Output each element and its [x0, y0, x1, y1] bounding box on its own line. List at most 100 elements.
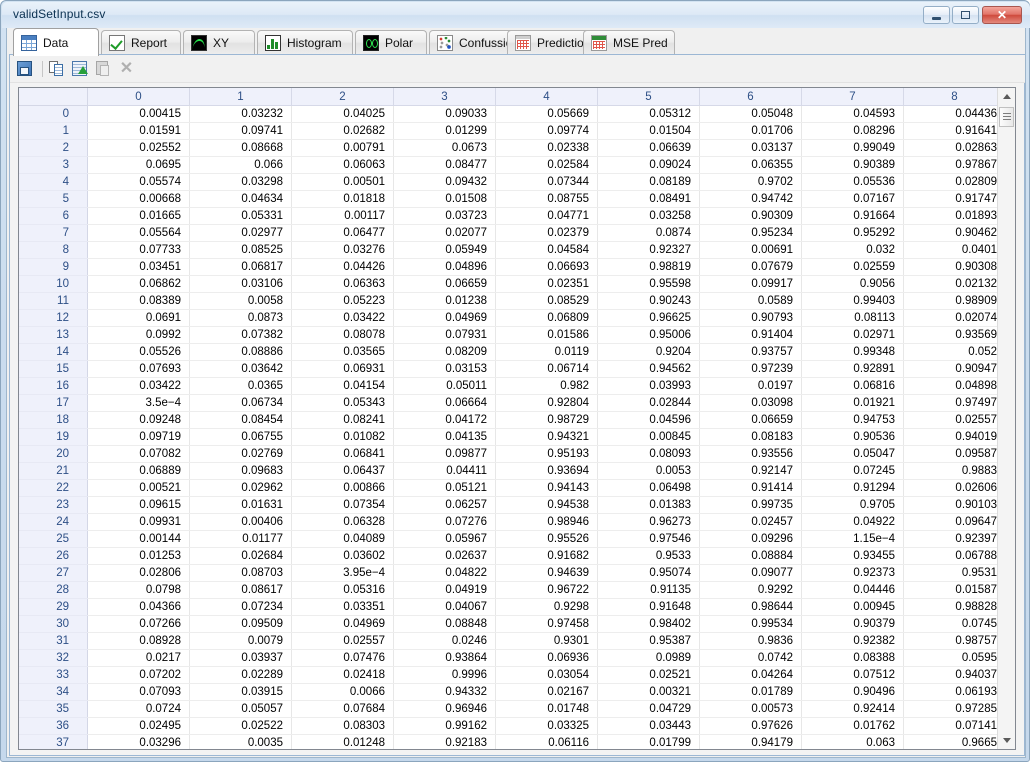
table-cell[interactable]: 0.02863: [903, 139, 999, 157]
row-header[interactable]: 16: [19, 377, 88, 395]
table-cell[interactable]: 0.01631: [189, 496, 292, 514]
table-row[interactable]: 29 0.04366 0.07234 0.03351 0.04067 0.9298 0.91…: [19, 598, 999, 616]
table-cell[interactable]: 0.09615: [87, 496, 190, 514]
table-cell[interactable]: 0.94179: [699, 734, 802, 749]
table-cell[interactable]: 0.01383: [597, 496, 700, 514]
table-cell[interactable]: 0.06659: [699, 411, 802, 429]
table-row[interactable]: 3 0.0695 0.066 0.06063 0.08477 0.02584 0.09024…: [19, 156, 999, 174]
table-cell[interactable]: 0.97867: [903, 156, 999, 174]
row-header[interactable]: 6: [19, 207, 88, 225]
table-cell[interactable]: 0.92891: [801, 360, 904, 378]
row-header[interactable]: 37: [19, 734, 88, 749]
table-cell[interactable]: 0.05331: [189, 207, 292, 225]
save-button[interactable]: [15, 58, 36, 79]
table-cell[interactable]: 0.93864: [393, 649, 496, 667]
table-cell[interactable]: 0.06437: [291, 462, 394, 480]
table-cell[interactable]: 0.04584: [495, 241, 598, 259]
table-cell[interactable]: 0.92414: [801, 700, 904, 718]
table-cell[interactable]: 0.03298: [189, 173, 292, 191]
table-row[interactable]: 27 0.02806 0.08703 3.95e−4 0.04822 0.94639 0.9…: [19, 564, 999, 582]
table-cell[interactable]: 0.08389: [87, 292, 190, 310]
column-header[interactable]: 7: [801, 88, 904, 106]
table-cell[interactable]: 0.00668: [87, 190, 190, 208]
table-cell[interactable]: 0.01706: [699, 122, 802, 140]
table-cell[interactable]: 0.04264: [699, 666, 802, 684]
table-cell[interactable]: 1.15e−4: [801, 530, 904, 548]
table-cell[interactable]: 0.04411: [393, 462, 496, 480]
table-cell[interactable]: 0.00406: [189, 513, 292, 531]
table-cell[interactable]: 0.03602: [291, 547, 394, 565]
table-cell[interactable]: 0.98946: [495, 513, 598, 531]
table-cell[interactable]: 0.05564: [87, 224, 190, 242]
table-row[interactable]: 5 0.00668 0.04634 0.01818 0.01508 0.08755 0.08…: [19, 190, 999, 208]
table-cell[interactable]: 0.09683: [189, 462, 292, 480]
row-header[interactable]: 31: [19, 632, 88, 650]
table-cell[interactable]: 0.04593: [801, 105, 904, 123]
row-header[interactable]: 32: [19, 649, 88, 667]
table-cell[interactable]: 0.02552: [87, 139, 190, 157]
table-cell[interactable]: 0.08093: [597, 445, 700, 463]
row-header[interactable]: 8: [19, 241, 88, 259]
table-cell[interactable]: 0.9298: [495, 598, 598, 616]
table-cell[interactable]: 0.0691: [87, 309, 190, 327]
table-cell[interactable]: 0.02584: [495, 156, 598, 174]
table-cell[interactable]: 0.06862: [87, 275, 190, 293]
table-cell[interactable]: 0.02167: [495, 683, 598, 701]
table-cell[interactable]: 0.02844: [597, 394, 700, 412]
table-cell[interactable]: 0.06936: [495, 649, 598, 667]
table-cell[interactable]: 0.09432: [393, 173, 496, 191]
row-header[interactable]: 5: [19, 190, 88, 208]
table-cell[interactable]: 0.06714: [495, 360, 598, 378]
row-header[interactable]: 19: [19, 428, 88, 446]
table-cell[interactable]: 0.03325: [495, 717, 598, 735]
table-cell[interactable]: 0.94562: [597, 360, 700, 378]
table-cell[interactable]: 0.04436: [903, 105, 999, 123]
table-cell[interactable]: 0.03642: [189, 360, 292, 378]
row-header[interactable]: 25: [19, 530, 88, 548]
table-cell[interactable]: 0.06328: [291, 513, 394, 531]
table-cell[interactable]: 0.07684: [291, 700, 394, 718]
table-cell[interactable]: 0.09774: [495, 122, 598, 140]
table-cell[interactable]: 0.0745: [903, 615, 999, 633]
table-cell[interactable]: 0.07082: [87, 445, 190, 463]
table-cell[interactable]: 3.5e−4: [87, 394, 190, 412]
table-cell[interactable]: 0.91404: [699, 326, 802, 344]
table-cell[interactable]: 0.0401: [903, 241, 999, 259]
table-cell[interactable]: 0.03937: [189, 649, 292, 667]
table-cell[interactable]: 0.98757: [903, 632, 999, 650]
table-cell[interactable]: 0.0695: [87, 156, 190, 174]
table-cell[interactable]: 0.9702: [699, 173, 802, 191]
table-cell[interactable]: 0.08454: [189, 411, 292, 429]
table-cell[interactable]: 0.91648: [597, 598, 700, 616]
table-cell[interactable]: 0.07202: [87, 666, 190, 684]
table-cell[interactable]: 0.97458: [495, 615, 598, 633]
table-cell[interactable]: 0.01799: [597, 734, 700, 749]
table-cell[interactable]: 0.03232: [189, 105, 292, 123]
table-cell[interactable]: 0.06257: [393, 496, 496, 514]
table-cell[interactable]: 0.99534: [699, 615, 802, 633]
table-cell[interactable]: 0.06664: [393, 394, 496, 412]
table-cell[interactable]: 0.05223: [291, 292, 394, 310]
table-cell[interactable]: 0.02495: [87, 717, 190, 735]
table-cell[interactable]: 0.91682: [495, 547, 598, 565]
table-row[interactable]: 15 0.07693 0.03642 0.06931 0.03153 0.06714 0.9…: [19, 360, 999, 378]
table-row[interactable]: 13 0.0992 0.07382 0.08078 0.07931 0.01586 0.95…: [19, 326, 999, 344]
table-cell[interactable]: 0.90379: [801, 615, 904, 633]
table-cell[interactable]: 0.06355: [699, 156, 802, 174]
table-cell[interactable]: 0.09877: [393, 445, 496, 463]
table-row[interactable]: 25 0.00144 0.01177 0.04089 0.05967 0.95526 0.9…: [19, 530, 999, 548]
table-cell[interactable]: 0.06693: [495, 258, 598, 276]
data-grid[interactable]: 012345678 0 0.00415 0.03232 0.04025 0.09033 0…: [18, 87, 1016, 750]
table-cell[interactable]: 0.02379: [495, 224, 598, 242]
table-cell[interactable]: 0.0217: [87, 649, 190, 667]
table-cell[interactable]: 0.09719: [87, 428, 190, 446]
table-cell[interactable]: 0.04426: [291, 258, 394, 276]
table-cell[interactable]: 0.02418: [291, 666, 394, 684]
table-row[interactable]: 0 0.00415 0.03232 0.04025 0.09033 0.05669 0.05…: [19, 105, 999, 123]
table-cell[interactable]: 0.93556: [699, 445, 802, 463]
table-cell[interactable]: 0.0079: [189, 632, 292, 650]
table-cell[interactable]: 0.09024: [597, 156, 700, 174]
table-cell[interactable]: 0.96273: [597, 513, 700, 531]
table-cell[interactable]: 0.07476: [291, 649, 394, 667]
table-cell[interactable]: 0.09647: [903, 513, 999, 531]
